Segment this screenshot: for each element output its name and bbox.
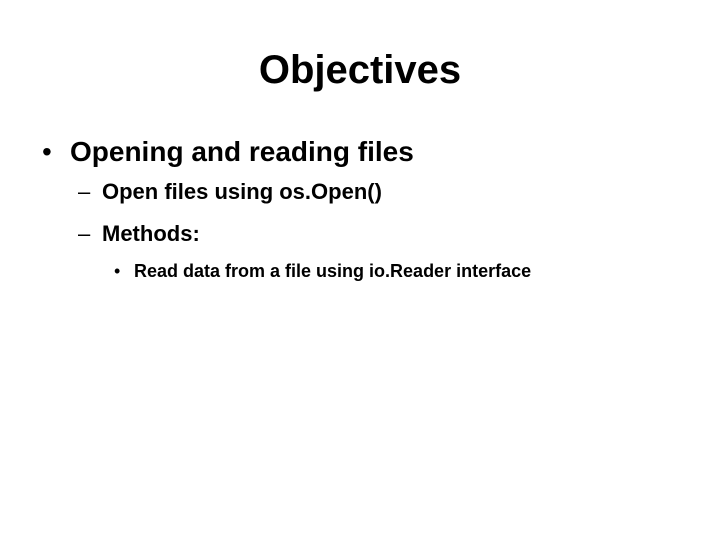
- sub-bullet-methods: – Methods:: [78, 218, 200, 250]
- bullet-item-opening-reading-files: • Opening and reading files: [42, 132, 414, 172]
- sub-sub-bullet-text: Read data from a file using io.Reader in…: [134, 261, 532, 281]
- dash-marker: –: [78, 179, 91, 204]
- sub-bullet-text: Open files using os.Open(): [102, 179, 382, 204]
- sub-bullet-text: Methods:: [102, 221, 200, 246]
- sub-bullet-open-files: – Open files using os.Open(): [78, 176, 382, 208]
- bullet-marker: •: [42, 136, 52, 167]
- dash-marker: –: [78, 221, 91, 246]
- slide: Objectives • Opening and reading files –…: [0, 0, 720, 540]
- bullet-marker: •: [114, 261, 121, 281]
- bullet-text: Opening and reading files: [70, 136, 414, 167]
- sub-sub-bullet-read-data: • Read data from a file using io.Reader …: [114, 257, 531, 285]
- slide-title: Objectives: [258, 48, 462, 92]
